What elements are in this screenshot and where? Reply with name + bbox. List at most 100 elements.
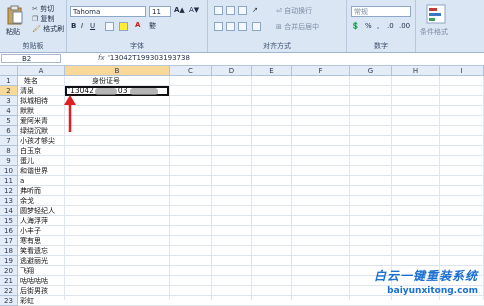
row-header-14[interactable]: 14	[0, 206, 18, 216]
row-header-19[interactable]: 19	[0, 256, 18, 266]
cell-a2[interactable]: 清泉	[20, 86, 34, 96]
row-header-7[interactable]: 7	[0, 136, 18, 146]
cell-a15[interactable]: 人海浮萍	[20, 216, 48, 226]
decrease-decimal-icon[interactable]: .00	[399, 22, 410, 30]
indent-icon[interactable]	[252, 22, 261, 31]
conditional-format-icon[interactable]	[426, 4, 446, 24]
watermark-url: baiyunxitong.com	[387, 286, 478, 296]
format-painter-button[interactable]: 🖌 格式刷	[32, 24, 64, 34]
align-right-icon[interactable]	[238, 22, 247, 31]
row-header-21[interactable]: 21	[0, 276, 18, 286]
column-header-h[interactable]: H	[392, 66, 440, 76]
cell-a16[interactable]: 小丰子	[20, 226, 41, 236]
cell-a23[interactable]: 彩虹	[20, 296, 34, 306]
row-header-11[interactable]: 11	[0, 176, 18, 186]
column-gridline	[211, 76, 212, 300]
row-header-5[interactable]: 5	[0, 116, 18, 126]
orientation-icon[interactable]: ↗	[252, 6, 258, 14]
column-header-f[interactable]: F	[292, 66, 350, 76]
fx-icon[interactable]: fx	[98, 54, 105, 62]
row-header-18[interactable]: 18	[0, 246, 18, 256]
currency-icon[interactable]: 💲	[351, 22, 360, 30]
cell-b2[interactable]: '13042 03	[68, 86, 159, 96]
row-header-20[interactable]: 20	[0, 266, 18, 276]
paste-icon[interactable]	[6, 4, 24, 26]
cell-a19[interactable]: 逃避丽光	[20, 256, 48, 266]
cell-a6[interactable]: 绿绕沉默	[20, 126, 48, 136]
row-header-4[interactable]: 4	[0, 106, 18, 116]
align-center-icon[interactable]	[226, 22, 235, 31]
cell-a21[interactable]: 咕咕咕咕	[20, 276, 48, 286]
row-header-22[interactable]: 22	[0, 286, 18, 296]
cell-a4[interactable]: 默默	[20, 106, 34, 116]
copy-button[interactable]: ❐ 复制	[32, 14, 55, 24]
column-header-b[interactable]: B	[65, 66, 170, 76]
row-header-10[interactable]: 10	[0, 166, 18, 176]
font-color-icon[interactable]: A	[135, 21, 140, 29]
cell-a18[interactable]: 笑看遗忘	[20, 246, 48, 256]
cell-b1[interactable]: 身份证号	[92, 76, 120, 86]
row-header-8[interactable]: 8	[0, 146, 18, 156]
phonetic-icon[interactable]: 嬜	[149, 21, 156, 31]
row-header-13[interactable]: 13	[0, 196, 18, 206]
cell-a20[interactable]: 飞翔	[20, 266, 34, 276]
wrap-text-button[interactable]: ⏎ 自动换行	[276, 6, 312, 16]
row-header-23[interactable]: 23	[0, 296, 18, 306]
bold-button[interactable]: B	[71, 22, 76, 30]
number-format-select[interactable]: 常规	[351, 6, 411, 17]
cell-a7[interactable]: 小孩才够尖	[20, 136, 55, 146]
cut-button[interactable]: ✂ 剪切	[32, 4, 54, 14]
cell-a11[interactable]: a	[20, 176, 24, 186]
align-bottom-icon[interactable]	[238, 6, 247, 15]
underline-button[interactable]: U	[90, 22, 95, 30]
cell-a1[interactable]: 姓名	[24, 76, 38, 86]
align-left-icon[interactable]	[214, 22, 223, 31]
row-header-16[interactable]: 16	[0, 226, 18, 236]
column-header-a[interactable]: A	[18, 66, 65, 76]
increase-decimal-icon[interactable]: .0	[387, 22, 394, 30]
row-header-17[interactable]: 17	[0, 236, 18, 246]
cell-a8[interactable]: 白玉京	[20, 146, 41, 156]
column-header-e[interactable]: E	[252, 66, 292, 76]
cell-a9[interactable]: 蛋儿	[20, 156, 34, 166]
row-header-2[interactable]: 2	[0, 86, 18, 96]
cell-a3[interactable]: 拟城相待	[20, 96, 48, 106]
cell-a13[interactable]: 余戈	[20, 196, 34, 206]
cell-a5[interactable]: 爱阿米青	[20, 116, 48, 126]
italic-button[interactable]: I	[81, 22, 83, 30]
row-header-6[interactable]: 6	[0, 126, 18, 136]
row-header-12[interactable]: 12	[0, 186, 18, 196]
cell-a10[interactable]: 和谐世界	[20, 166, 48, 176]
column-header-c[interactable]: C	[170, 66, 212, 76]
row-header-9[interactable]: 9	[0, 156, 18, 166]
column-header-g[interactable]: G	[350, 66, 392, 76]
cell-a22[interactable]: 后街男孩	[20, 286, 48, 296]
fill-color-icon[interactable]	[119, 22, 128, 31]
font-size-select[interactable]: 11	[149, 6, 171, 17]
row-header-3[interactable]: 3	[0, 96, 18, 106]
cell-a14[interactable]: 圆梦轻纪人	[20, 206, 55, 216]
column-header-i[interactable]: I	[440, 66, 484, 76]
merge-center-button[interactable]: ⊞ 合并后居中	[276, 22, 319, 32]
comma-icon[interactable]: ,	[377, 22, 379, 30]
align-middle-icon[interactable]	[226, 6, 235, 15]
format-painter-label: 格式刷	[43, 25, 65, 33]
column-header-d[interactable]: D	[212, 66, 252, 76]
clipboard-group-label: 剪贴板	[22, 42, 44, 50]
grow-font-icon[interactable]: A▲	[174, 6, 185, 14]
cell-a12[interactable]: 弗听而	[20, 186, 41, 196]
cell-a17[interactable]: 寒有思	[20, 236, 41, 246]
percent-icon[interactable]: %	[365, 22, 372, 30]
font-group: Tahoma 11 A▲ A▼ B I U A 嬜 字体	[67, 0, 208, 52]
row-header-15[interactable]: 15	[0, 216, 18, 226]
formula-input[interactable]: '13042T199303193738	[108, 54, 190, 62]
border-icon[interactable]	[105, 22, 114, 31]
paste-button[interactable]: 粘贴	[6, 27, 20, 37]
align-top-icon[interactable]	[214, 6, 223, 15]
name-box[interactable]: B2	[1, 54, 61, 63]
shrink-font-icon[interactable]: A▼	[189, 6, 199, 14]
conditional-format-button[interactable]: 条件格式	[420, 27, 448, 37]
font-name-select[interactable]: Tahoma	[70, 6, 146, 17]
row-header-1[interactable]: 1	[0, 76, 18, 86]
select-all-corner[interactable]	[0, 66, 18, 76]
